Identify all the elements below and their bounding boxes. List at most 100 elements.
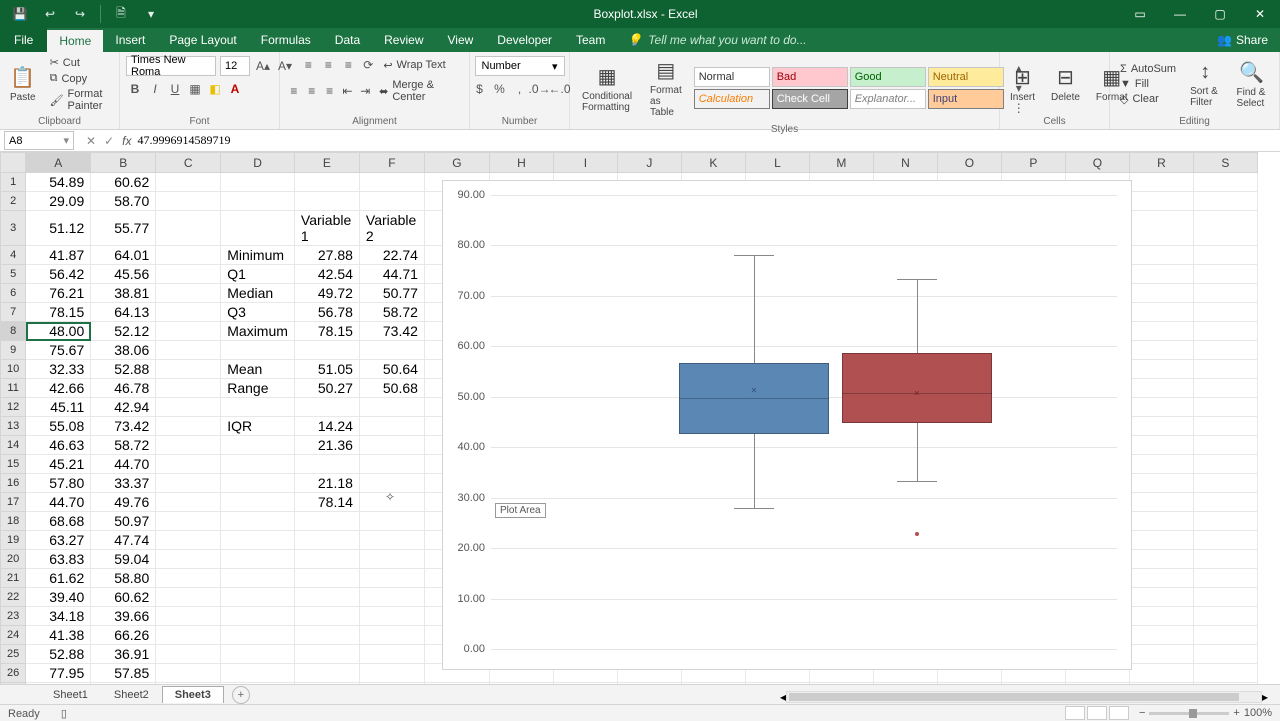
cell[interactable] (359, 569, 424, 588)
cell-style-neutral[interactable]: Neutral (928, 67, 1004, 87)
cell[interactable]: 58.72 (91, 436, 156, 455)
row-header[interactable]: 4 (1, 246, 26, 265)
cell[interactable]: Median (221, 284, 295, 303)
copy-button[interactable]: ⧉Copy (46, 71, 115, 86)
cell[interactable]: 21.18 (294, 474, 359, 493)
tab-formulas[interactable]: Formulas (249, 28, 323, 52)
redo-icon[interactable]: ↪ (68, 3, 92, 25)
clear-button[interactable]: ◇Clear (1116, 92, 1180, 107)
column-header-N[interactable]: N (873, 153, 937, 173)
row-header[interactable]: 5 (1, 265, 26, 284)
column-header-G[interactable]: G (424, 153, 489, 173)
cell[interactable]: 50.27 (294, 379, 359, 398)
cell[interactable] (294, 192, 359, 211)
cell[interactable] (156, 550, 221, 569)
row-header[interactable]: 17 (1, 493, 26, 512)
column-header-O[interactable]: O (937, 153, 1001, 173)
cell[interactable] (1193, 455, 1257, 474)
cell-style-input[interactable]: Input (928, 89, 1004, 109)
cell[interactable] (1129, 493, 1193, 512)
select-all-corner[interactable] (1, 153, 26, 173)
align-center-icon[interactable]: ≡ (304, 82, 320, 100)
cell[interactable]: 64.13 (91, 303, 156, 322)
row-header[interactable]: 15 (1, 455, 26, 474)
cell[interactable] (1193, 246, 1257, 265)
row-header[interactable]: 12 (1, 398, 26, 417)
cell[interactable] (1129, 531, 1193, 550)
cell[interactable] (359, 512, 424, 531)
cell[interactable] (156, 303, 221, 322)
cell[interactable] (221, 569, 295, 588)
tab-team[interactable]: Team (564, 28, 617, 52)
cell[interactable] (221, 550, 295, 569)
name-box[interactable]: A8▾ (4, 131, 74, 150)
row-header[interactable]: 1 (1, 173, 26, 192)
cell[interactable] (294, 607, 359, 626)
cell[interactable] (1193, 379, 1257, 398)
cell[interactable]: 58.70 (91, 192, 156, 211)
align-bottom-icon[interactable]: ≡ (339, 56, 357, 74)
sheet-tab-sheet2[interactable]: Sheet2 (101, 686, 162, 703)
cell[interactable]: 60.62 (91, 173, 156, 192)
cell[interactable] (1193, 474, 1257, 493)
tab-view[interactable]: View (436, 28, 486, 52)
cell[interactable]: Variable 2 (359, 211, 424, 246)
cell[interactable]: 38.06 (91, 341, 156, 360)
cell[interactable]: 56.42 (26, 265, 91, 284)
insert-cells-button[interactable]: ⊞Insert (1004, 63, 1041, 105)
orientation-icon[interactable]: ⟳ (359, 56, 377, 74)
row-header[interactable]: 22 (1, 588, 26, 607)
maximize-icon[interactable]: ▢ (1200, 0, 1240, 28)
column-header-A[interactable]: A (26, 153, 91, 173)
conditional-formatting-button[interactable]: ▦Conditional Formatting (576, 62, 638, 115)
cell[interactable]: 14.24 (294, 417, 359, 436)
row-header[interactable]: 24 (1, 626, 26, 645)
cell[interactable]: 39.66 (91, 607, 156, 626)
cell[interactable]: 73.42 (359, 322, 424, 341)
column-header-B[interactable]: B (91, 153, 156, 173)
cell[interactable] (221, 398, 295, 417)
cell-style-check-cell[interactable]: Check Cell (772, 89, 848, 109)
cell[interactable]: 52.88 (91, 360, 156, 379)
row-header[interactable]: 2 (1, 192, 26, 211)
cell[interactable]: Maximum (221, 322, 295, 341)
cell[interactable] (156, 341, 221, 360)
cell[interactable]: 63.27 (26, 531, 91, 550)
cell[interactable] (1129, 322, 1193, 341)
tab-insert[interactable]: Insert (103, 28, 157, 52)
cell[interactable] (1193, 173, 1257, 192)
format-as-table-button[interactable]: ▤Format as Table (644, 56, 688, 120)
align-right-icon[interactable]: ≡ (322, 82, 338, 100)
column-header-L[interactable]: L (745, 153, 809, 173)
row-header[interactable]: 6 (1, 284, 26, 303)
cell[interactable] (221, 455, 295, 474)
cell[interactable]: 55.77 (91, 211, 156, 246)
cell[interactable]: 54.89 (26, 173, 91, 192)
qat-customize-icon[interactable]: ▾ (139, 3, 163, 25)
cell[interactable] (156, 531, 221, 550)
cell[interactable] (156, 455, 221, 474)
cancel-formula-icon[interactable]: ✕ (86, 134, 96, 148)
cell[interactable] (221, 436, 295, 455)
zoom-out-icon[interactable]: − (1139, 707, 1145, 719)
cell[interactable]: 44.70 (26, 493, 91, 512)
cell[interactable] (1129, 211, 1193, 246)
cell[interactable] (1129, 265, 1193, 284)
cell[interactable] (1129, 284, 1193, 303)
cell[interactable]: 63.83 (26, 550, 91, 569)
cell[interactable]: 21.36 (294, 436, 359, 455)
file-tab[interactable]: File (0, 28, 47, 52)
row-header[interactable]: 25 (1, 645, 26, 664)
cell[interactable] (156, 626, 221, 645)
cell[interactable] (1193, 626, 1257, 645)
cell[interactable] (1193, 265, 1257, 284)
cell[interactable]: 44.71 (359, 265, 424, 284)
cell[interactable] (294, 550, 359, 569)
column-header-K[interactable]: K (681, 153, 745, 173)
row-header[interactable]: 21 (1, 569, 26, 588)
cell[interactable] (1129, 569, 1193, 588)
cell[interactable] (1193, 493, 1257, 512)
cell[interactable] (294, 398, 359, 417)
cell[interactable]: 42.54 (294, 265, 359, 284)
sheet-tab-sheet3[interactable]: Sheet3 (162, 686, 224, 703)
